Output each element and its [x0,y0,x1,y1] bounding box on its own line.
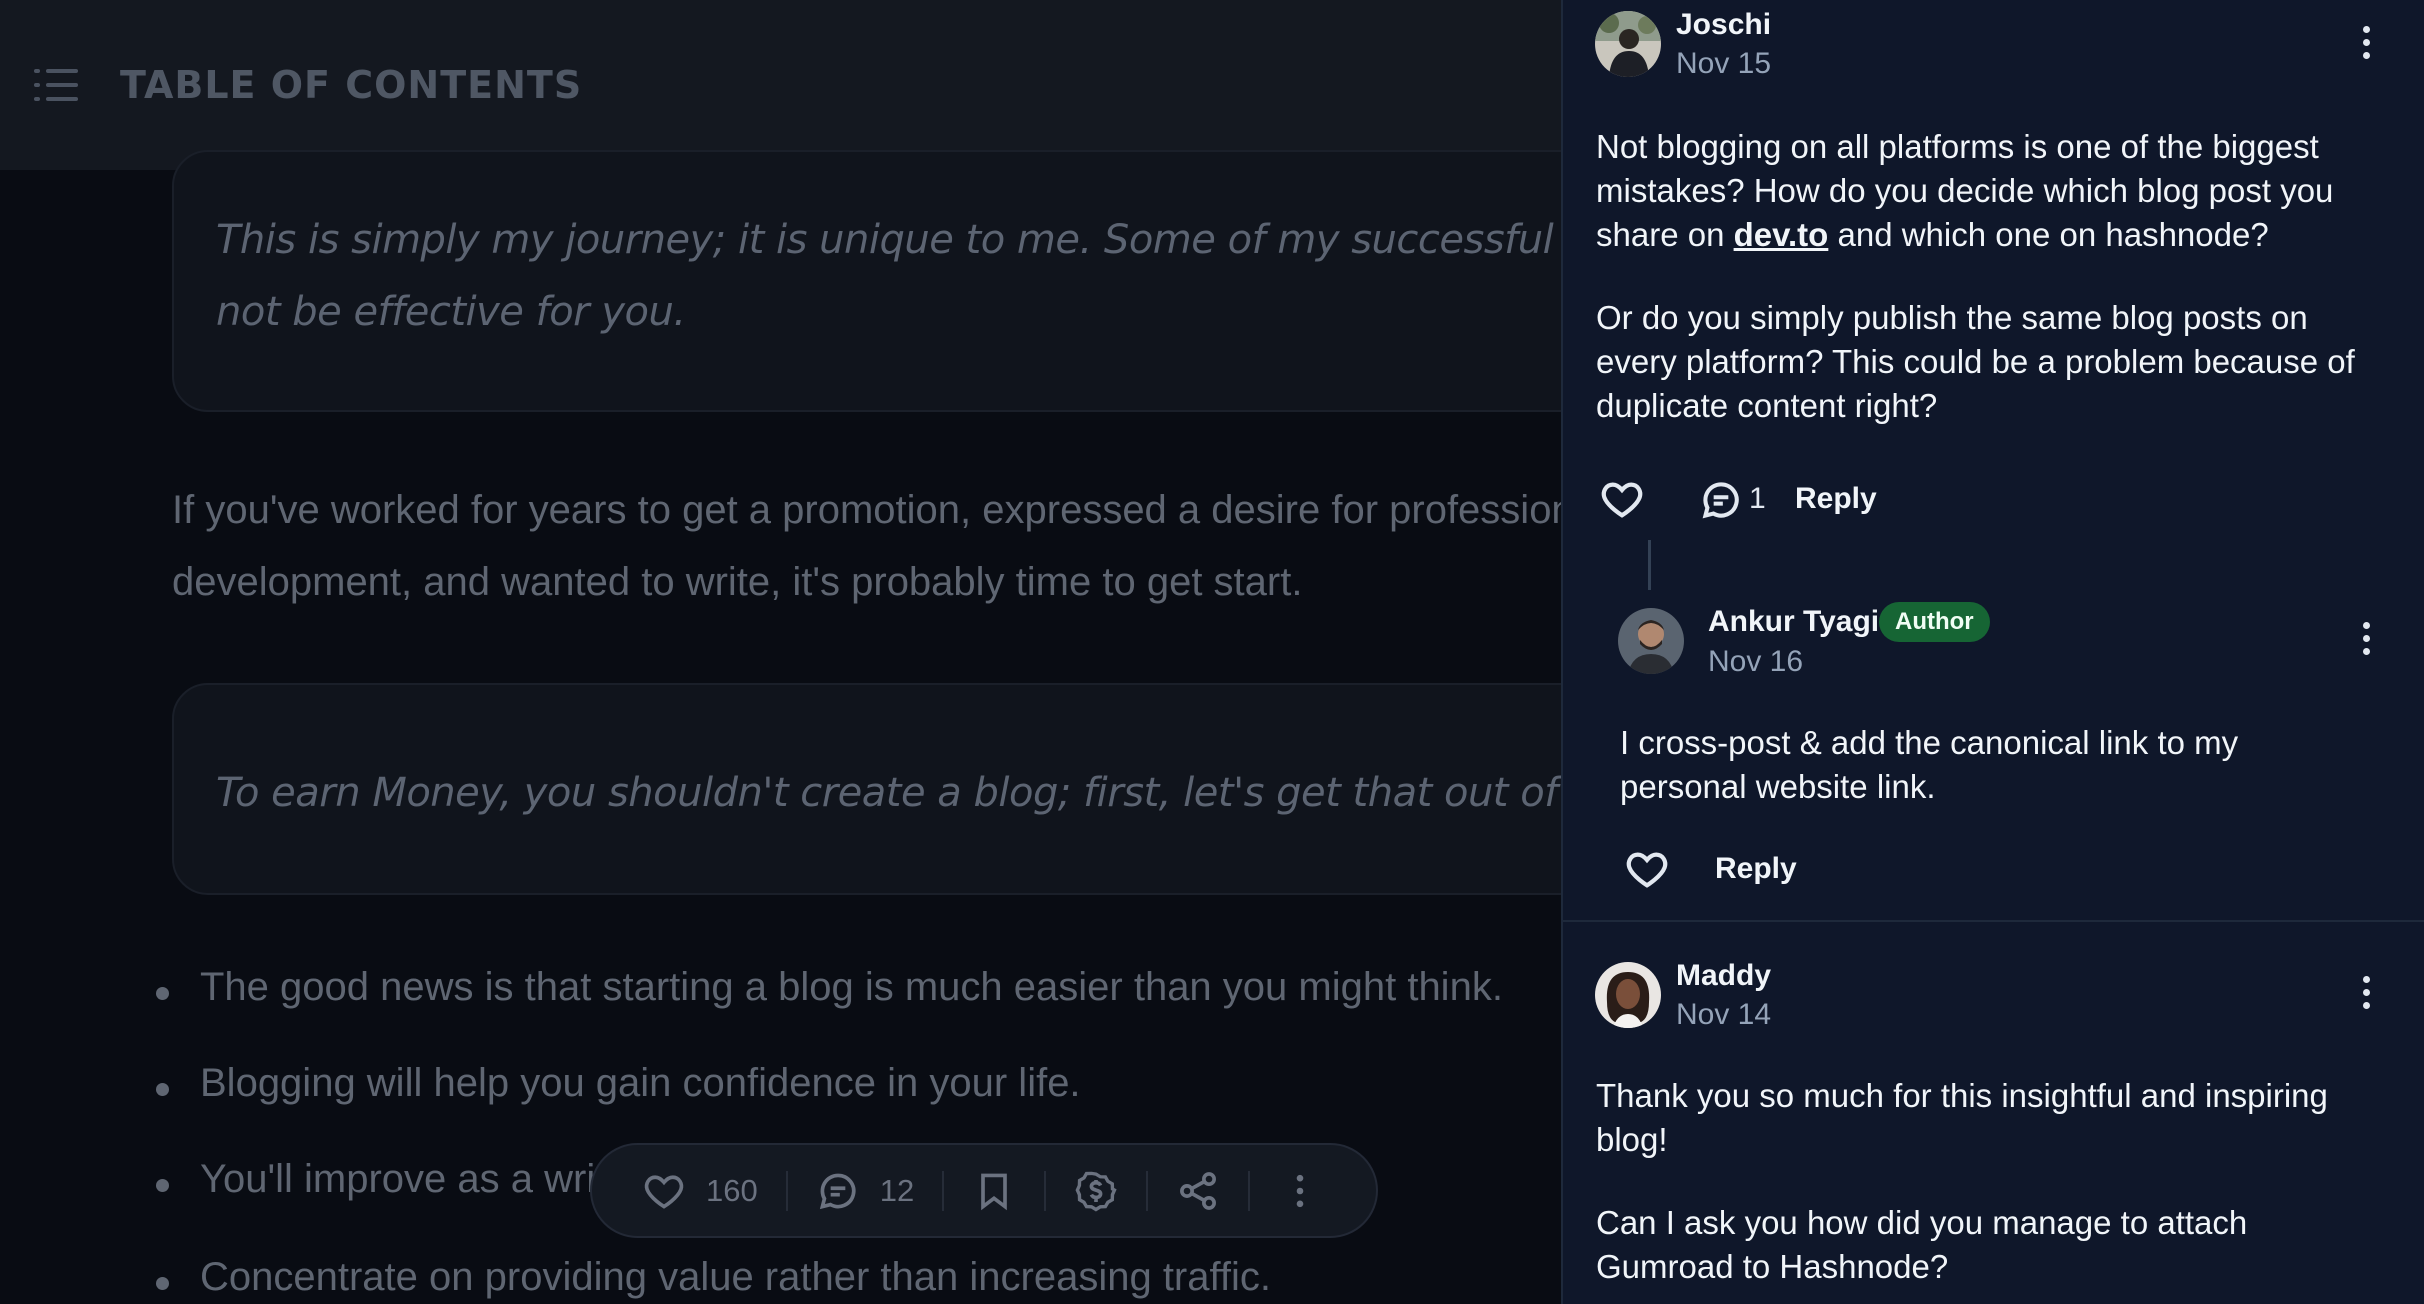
blockquote: To earn Money, you shouldn't create a bl… [172,683,1561,895]
comment-text: and which one on hashnode? [1828,216,2269,253]
comment-line: blog! [1596,1121,1668,1158]
comment-author[interactable]: Maddy [1676,959,1771,993]
author-badge: Author [1879,602,1990,642]
comment-icon [1702,482,1739,519]
list-item: The good news is that starting a blog is… [156,965,1503,1009]
like-button[interactable] [1624,846,1670,892]
article-area: TABLE OF CONTENTS This is simply my jour… [0,0,1561,1304]
paragraph-line: If you've worked for years to get a prom… [172,488,1561,532]
divider [942,1170,945,1211]
list-icon[interactable] [34,66,78,104]
comments-panel: Joschi Nov 15 Not blogging on all platfo… [1561,0,2424,1304]
comment-line: Not blogging on all platforms is one of … [1596,128,2319,165]
share-icon [1180,1171,1217,1210]
list-item: Blogging will help you gain confidence i… [156,1061,1081,1105]
thread-line [1648,540,1651,590]
more-icon [1296,1174,1304,1207]
heart-icon [1626,852,1668,888]
reply-button[interactable]: Reply [1795,482,1877,516]
bookmark-button[interactable] [972,1169,1016,1213]
more-icon[interactable] [2356,620,2376,660]
more-icon[interactable] [2356,974,2376,1014]
more-options-button[interactable] [1278,1169,1322,1213]
comment-line: share on dev.to and which one on hashnod… [1596,213,2355,257]
comment-line: Or do you simply publish the same blog p… [1596,299,2308,336]
comment-line: every platform? This could be a problem … [1596,343,2355,380]
divider [1248,1170,1251,1211]
like-count: 160 [706,1172,758,1208]
article-paragraph: If you've worked for years to get a prom… [172,474,1561,618]
reply-button[interactable]: Reply [1715,852,1797,886]
heart-icon [644,1174,684,1209]
quote-line: To earn Money, you shouldn't create a bl… [216,770,1561,816]
like-button[interactable]: 160 [642,1169,758,1213]
avatar[interactable] [1595,962,1661,1028]
comment-icon [819,1173,856,1209]
toc-title[interactable]: TABLE OF CONTENTS [120,63,582,107]
list-item: You'll improve as a writer. [156,1157,651,1201]
comment: Joschi Nov 15 Not blogging on all platfo… [1563,0,2424,920]
comment-author[interactable]: Ankur Tyagi [1708,605,1879,639]
comment-body: Thank you so much for this insightful an… [1596,1074,2328,1289]
comments-button[interactable]: 12 [816,1169,914,1213]
avatar[interactable] [1618,608,1684,674]
heart-icon [1601,482,1643,518]
reply-body: I cross-post & add the canonical link to… [1620,721,2238,809]
comment-date: Nov 15 [1676,47,1772,80]
avatar[interactable] [1595,11,1661,77]
comment-line: Gumroad to Hashnode? [1596,1248,1949,1285]
like-button[interactable] [1599,476,1645,522]
comment-line: mistakes? How do you decide which blog p… [1596,172,2334,209]
divider [1146,1170,1149,1211]
divider [1044,1170,1047,1211]
comment-body: Not blogging on all platforms is one of … [1596,125,2355,428]
dev-to-link[interactable]: dev.to [1734,216,1829,253]
comment: Maddy Nov 14 Thank you so much for this … [1563,922,2424,1304]
more-icon[interactable] [2356,24,2376,64]
comment-date: Nov 16 [1708,645,1804,678]
comment-line: Can I ask you how did you manage to atta… [1596,1204,2248,1241]
bookmark-icon [981,1173,1008,1210]
quote-line: This is simply my journey; it is unique … [216,217,1561,263]
comment-count: 12 [879,1172,915,1208]
list-item: Concentrate on providing value rather th… [156,1255,1271,1299]
reply-count: 1 [1749,482,1766,515]
comment-line: personal website link. [1620,768,1936,805]
share-button[interactable] [1176,1169,1220,1213]
table-of-contents-bar[interactable]: TABLE OF CONTENTS [0,0,1561,170]
comment-line: duplicate content right? [1596,387,1938,424]
sponsor-button[interactable] [1074,1169,1118,1213]
floating-action-bar: 160 12 [590,1143,1378,1238]
replies-button[interactable] [1699,478,1743,522]
sponsor-icon [1075,1171,1117,1211]
quote-line: not be effective for you. [216,289,686,335]
divider [785,1170,788,1211]
comment-line: I cross-post & add the canonical link to… [1620,724,2239,761]
comment-date: Nov 14 [1676,998,1772,1031]
comment-author[interactable]: Joschi [1676,8,1771,42]
paragraph-line: development, and wanted to write, it's p… [172,560,1303,604]
comment-text: share on [1596,216,1734,253]
comment-line: Thank you so much for this insightful an… [1596,1077,2328,1114]
blockquote: This is simply my journey; it is unique … [172,150,1561,412]
